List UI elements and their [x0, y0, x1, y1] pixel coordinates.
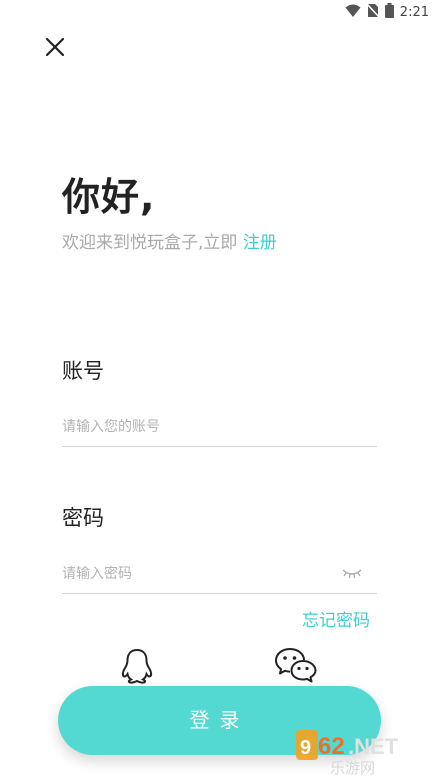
- close-icon: [45, 37, 65, 57]
- account-label: 账号: [62, 359, 104, 383]
- password-label: 密码: [62, 506, 104, 530]
- svg-text:9: 9: [300, 737, 311, 759]
- account-input[interactable]: [62, 415, 332, 439]
- svg-text:.NET: .NET: [348, 734, 399, 759]
- greeting-title: 你好,: [62, 175, 156, 219]
- no-sim-icon: [366, 3, 380, 22]
- forgot-password-link[interactable]: 忘记密码: [302, 606, 370, 631]
- eye-closed-icon: [342, 569, 362, 579]
- wifi-icon: [345, 3, 361, 22]
- register-link[interactable]: 注册: [243, 233, 277, 253]
- password-input[interactable]: [62, 562, 332, 586]
- qq-icon: [121, 648, 153, 684]
- welcome-prefix: 欢迎来到悦玩盒子,立即: [62, 233, 243, 253]
- close-button[interactable]: [44, 36, 66, 58]
- watermark-logo: 9 62 .NET 乐游网: [296, 728, 434, 777]
- password-visibility-toggle[interactable]: [341, 566, 363, 580]
- welcome-text: 欢迎来到悦玩盒子,立即 注册: [62, 228, 277, 253]
- svg-text:62: 62: [318, 733, 345, 760]
- qq-login-button[interactable]: [120, 648, 154, 684]
- battery-icon: [384, 3, 394, 22]
- wechat-icon: [275, 648, 317, 683]
- status-bar: 2:21: [0, 0, 439, 24]
- status-time: 2:21: [399, 5, 429, 20]
- password-field[interactable]: [62, 554, 377, 594]
- wechat-login-button[interactable]: [274, 646, 318, 684]
- account-field[interactable]: [62, 407, 377, 447]
- svg-text:乐游网: 乐游网: [330, 759, 375, 776]
